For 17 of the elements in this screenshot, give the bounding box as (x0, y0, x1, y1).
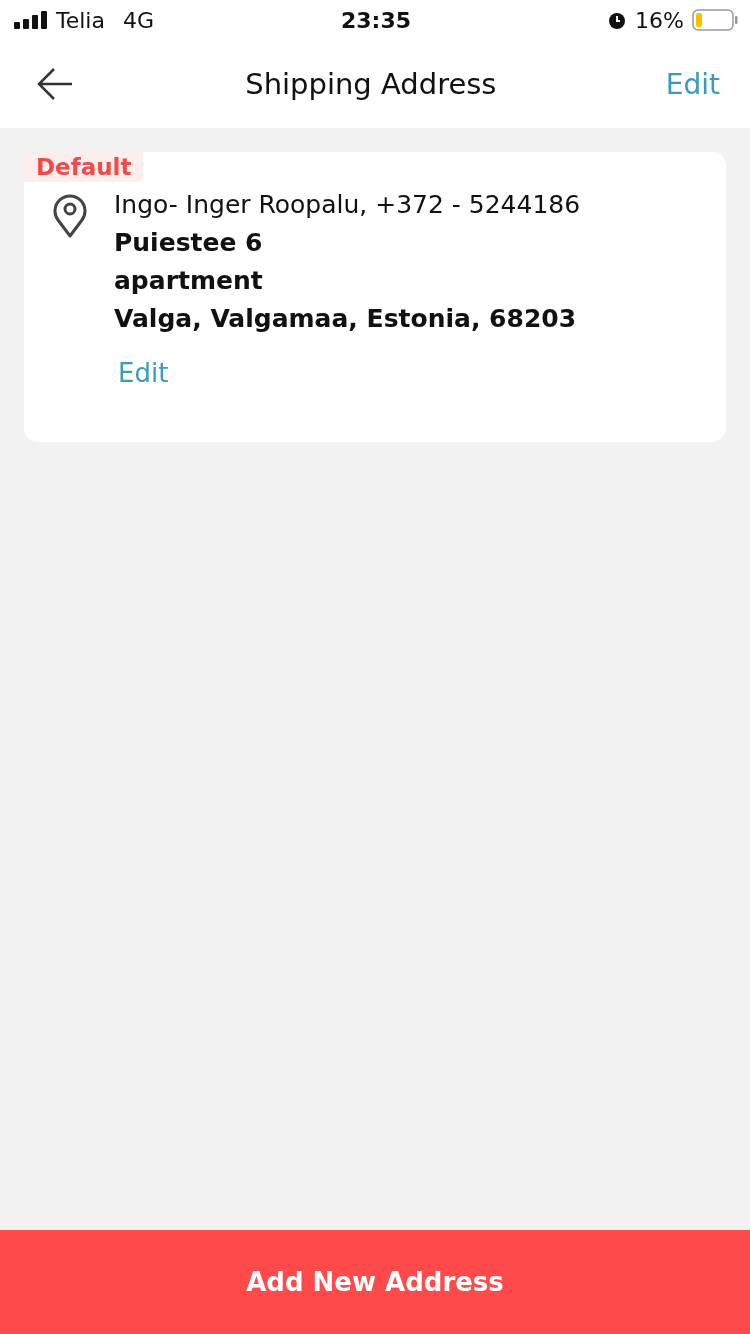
edit-link[interactable]: Edit (665, 67, 720, 101)
add-address-button[interactable]: Add New Address (0, 1230, 750, 1334)
signal-icon (14, 11, 48, 29)
battery-icon (692, 9, 738, 31)
battery-percent: 16% (635, 7, 684, 33)
carrier-name: Telia (56, 7, 105, 33)
default-tag: Default (24, 152, 144, 182)
address-line: Valga, Valgamaa, Estonia, 68203 (114, 303, 578, 335)
network-type: 4G (122, 7, 154, 33)
alarm-clock-icon (607, 10, 628, 30)
contact-text: Ingo- Inger Roopalu, +372 - 5244186 (114, 189, 581, 221)
address-line: apartment (114, 265, 264, 297)
address-line: Puiestee 6 (114, 227, 264, 259)
clock-time: 23:35 (341, 7, 411, 33)
location-pin-icon (52, 192, 88, 238)
edit-link[interactable]: Edit (118, 358, 169, 388)
page-title: Shipping Address (245, 67, 497, 101)
